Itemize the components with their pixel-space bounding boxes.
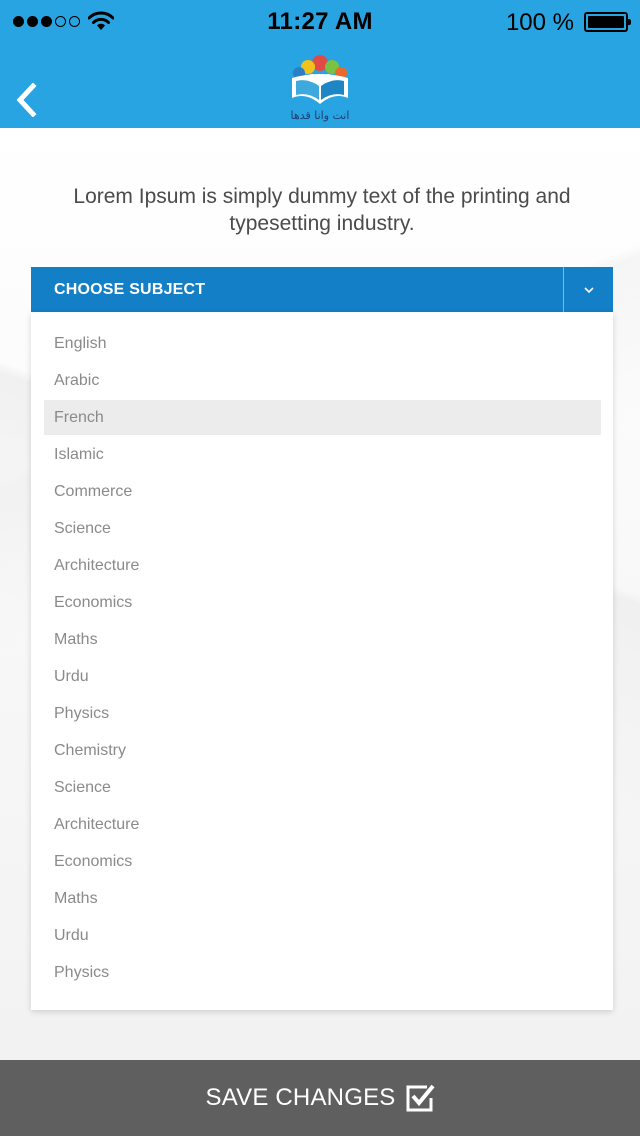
subject-option[interactable]: Economics xyxy=(44,585,601,620)
back-button[interactable] xyxy=(8,80,44,120)
subject-option[interactable]: Science xyxy=(44,511,601,546)
dropdown-label: CHOOSE SUBJECT xyxy=(54,281,206,298)
save-changes-label: SAVE CHANGES xyxy=(205,1084,396,1111)
app-header: 11:27 AM 100 % انت وانا قدها xyxy=(0,0,640,128)
subject-option[interactable]: Chemistry xyxy=(44,733,601,768)
checkbox-checked-icon xyxy=(406,1084,435,1112)
subject-option[interactable]: Science xyxy=(44,770,601,805)
subject-option[interactable]: English xyxy=(44,326,601,361)
subject-option[interactable]: Commerce xyxy=(44,474,601,509)
subject-option[interactable]: Architecture xyxy=(44,807,601,842)
battery-percentage: 100 % xyxy=(505,9,574,36)
subject-option[interactable]: Urdu xyxy=(44,918,601,953)
logo-text: انت وانا قدها xyxy=(291,109,350,122)
choose-subject-dropdown[interactable]: CHOOSE SUBJECT xyxy=(31,267,613,312)
subject-option[interactable]: Arabic xyxy=(44,363,601,398)
save-changes-button[interactable]: SAVE CHANGES xyxy=(0,1060,640,1136)
subject-option[interactable]: Islamic xyxy=(44,437,601,472)
subject-option[interactable]: Physics xyxy=(44,955,601,990)
subject-option[interactable]: Urdu xyxy=(44,659,601,694)
subject-option[interactable]: Economics xyxy=(44,844,601,879)
intro-text: Lorem Ipsum is simply dummy text of the … xyxy=(73,185,571,235)
subject-option[interactable]: Physics xyxy=(44,696,601,731)
chevron-left-icon xyxy=(16,83,37,117)
app-logo: انت وانا قدها xyxy=(291,55,350,122)
subject-option[interactable]: Maths xyxy=(44,881,601,916)
subject-option[interactable]: Architecture xyxy=(44,548,601,583)
subject-option[interactable]: Maths xyxy=(44,622,601,657)
chevron-down-icon xyxy=(583,286,594,293)
battery-icon xyxy=(584,12,631,32)
subject-option-selected[interactable]: French xyxy=(44,400,601,435)
status-bar: 11:27 AM 100 % xyxy=(0,0,640,44)
dropdown-toggle[interactable] xyxy=(564,267,613,312)
subject-options-list: English Arabic French Islamic Commerce S… xyxy=(31,312,613,1010)
